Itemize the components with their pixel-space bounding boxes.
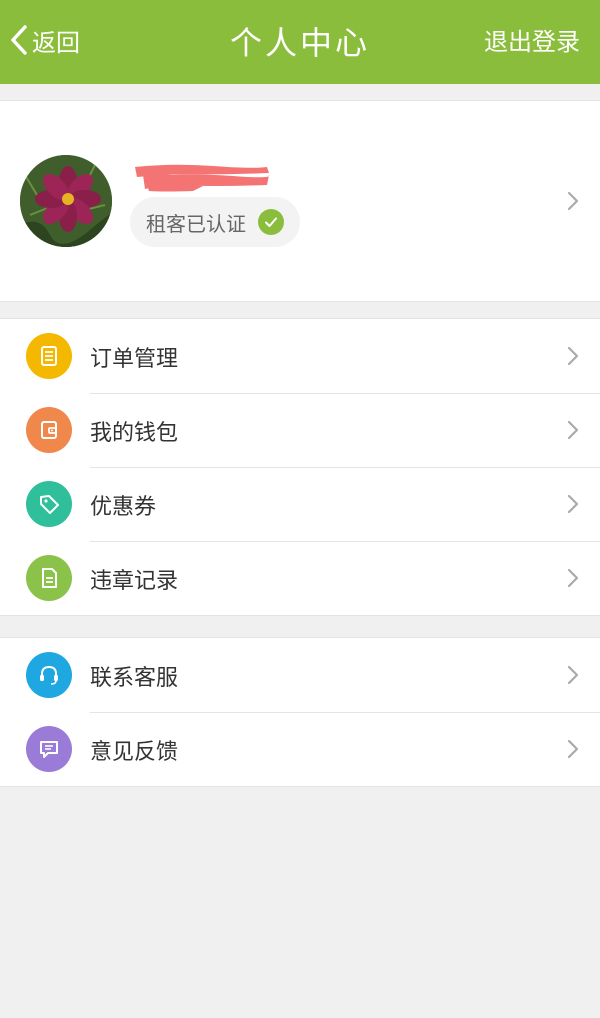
profile-card[interactable]: 租客已认证 (0, 100, 600, 302)
menu-label: 订单管理 (90, 347, 179, 372)
redacted-username (135, 164, 270, 192)
check-icon (258, 209, 284, 235)
menu-label: 优惠券 (90, 495, 157, 520)
menu-label: 违章记录 (90, 569, 179, 594)
menu-item-feedback[interactable]: 意见反馈 (0, 712, 600, 786)
verified-badge: 租客已认证 (130, 197, 300, 247)
menu-group-support: 联系客服 意见反馈 (0, 637, 600, 787)
top-bar: 返回 个人中心 退出登录 (0, 0, 600, 84)
menu-label: 我的钱包 (90, 421, 179, 446)
message-icon (26, 726, 72, 772)
logout-button[interactable]: 退出登录 (484, 22, 580, 57)
menu-item-wallet[interactable]: 我的钱包 (0, 393, 600, 467)
wallet-icon (26, 407, 72, 453)
order-list-icon (26, 333, 72, 379)
flower-image (20, 155, 112, 247)
menu-label: 意见反馈 (90, 740, 179, 765)
menu-item-customer-service[interactable]: 联系客服 (0, 638, 600, 712)
menu-item-orders[interactable]: 订单管理 (0, 319, 600, 393)
menu-group-main: 订单管理 我的钱包 优惠券 违章记录 (0, 318, 600, 616)
headset-icon (26, 652, 72, 698)
chevron-right-icon (567, 346, 579, 366)
chevron-right-icon (567, 739, 579, 759)
menu-item-coupons[interactable]: 优惠券 (0, 467, 600, 541)
coupon-tag-icon (26, 481, 72, 527)
chevron-right-icon (567, 191, 579, 211)
chevron-right-icon (567, 494, 579, 514)
menu-label: 联系客服 (90, 666, 179, 691)
verified-label: 租客已认证 (146, 211, 246, 236)
chevron-right-icon (567, 420, 579, 440)
chevron-right-icon (567, 665, 579, 685)
menu-item-violations[interactable]: 违章记录 (0, 541, 600, 615)
chevron-right-icon (567, 568, 579, 588)
document-icon (26, 555, 72, 601)
avatar (20, 155, 112, 247)
